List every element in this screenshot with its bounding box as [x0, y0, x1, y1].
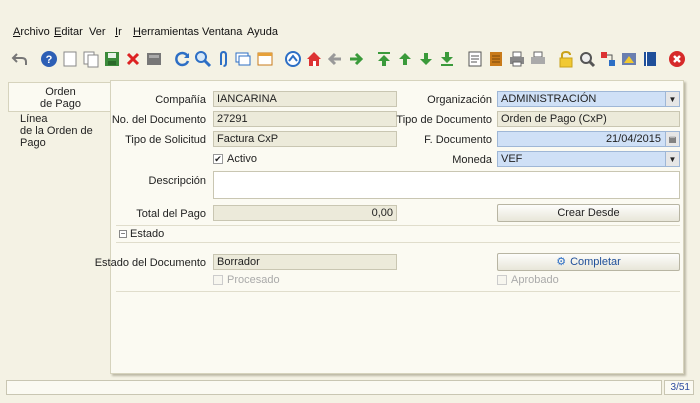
undo-icon[interactable] [11, 50, 29, 68]
zoom-icon[interactable] [578, 50, 596, 68]
total-pago-label: Total del Pago [136, 208, 206, 220]
menu-archivo[interactable]: Archivo [13, 26, 50, 38]
find-icon[interactable] [194, 50, 212, 68]
up-icon[interactable] [396, 50, 414, 68]
down-icon[interactable] [417, 50, 435, 68]
home-icon[interactable] [284, 50, 302, 68]
menu-ayuda[interactable]: Ayuda [247, 26, 278, 38]
menu-bar: Archivo Editar Ver Ir Herramientas Venta… [0, 0, 700, 44]
chevron-down-icon[interactable]: ▼ [665, 92, 679, 106]
parent-icon[interactable] [305, 50, 323, 68]
chat-icon[interactable] [234, 50, 252, 68]
divider [116, 242, 680, 243]
print-preview-icon[interactable] [145, 50, 163, 68]
refresh-icon[interactable] [174, 50, 192, 68]
divider [116, 291, 680, 292]
activo-label: Activo [227, 153, 257, 165]
no-documento-label: No. del Documento [111, 114, 206, 126]
menu-ver[interactable]: Ver [89, 26, 106, 38]
compania-field[interactable]: IANCARINA [213, 91, 397, 107]
tab-orden-de-pago[interactable]: Orden de Pago [8, 82, 112, 112]
tipo-solicitud-field[interactable]: Factura CxP [213, 131, 397, 147]
process-icon[interactable] [620, 50, 638, 68]
tipo-documento-label: Tipo de Documento [396, 114, 492, 126]
report-icon[interactable] [466, 50, 484, 68]
calendar-icon[interactable]: ▤ [665, 132, 679, 146]
aprobado-label: Aprobado [511, 274, 559, 286]
moneda-label: Moneda [452, 154, 492, 166]
f-documento-field[interactable]: 21/04/2015 ▤ [497, 131, 680, 147]
lock-icon[interactable] [557, 50, 575, 68]
svg-text:?: ? [46, 54, 53, 66]
chevron-down-icon[interactable]: ▼ [665, 152, 679, 166]
workflow-icon[interactable] [599, 50, 617, 68]
f-documento-value: 21/04/2015 [605, 133, 661, 145]
form-panel: Compañía IANCARINA Organización ADMINIST… [95, 80, 684, 374]
save-icon[interactable] [103, 50, 121, 68]
menu-ir[interactable]: Ir [115, 26, 122, 38]
checkbox-empty-icon [497, 275, 507, 285]
organizacion-value: ADMINISTRACIÓN [501, 93, 597, 105]
tab-list: Orden de Pago Línea de la Orden de Pago [8, 80, 112, 380]
print-alt-icon[interactable] [529, 50, 547, 68]
organizacion-label: Organización [427, 94, 492, 106]
new-icon[interactable] [61, 50, 79, 68]
activo-checkbox[interactable]: ✔ Activo [213, 153, 257, 165]
total-pago-field[interactable]: 0,00 [213, 205, 397, 221]
divider [116, 225, 680, 226]
estado-section-header[interactable]: − Estado [119, 228, 164, 240]
tab-label-line2: de la Orden de Pago [20, 125, 93, 149]
attachment-icon[interactable] [214, 50, 232, 68]
history-icon[interactable] [256, 50, 274, 68]
moneda-value: VEF [501, 153, 523, 165]
moneda-select[interactable]: VEF ▼ [497, 151, 680, 167]
menu-ventana[interactable]: Ventana [202, 26, 242, 38]
collapse-icon[interactable]: − [119, 230, 127, 238]
completar-label: Completar [570, 256, 621, 268]
completar-button[interactable]: ⚙ Completar [497, 253, 680, 271]
no-documento-field[interactable]: 27291 [213, 111, 397, 127]
procesado-label: Procesado [227, 274, 280, 286]
estado-documento-label: Estado del Documento [94, 257, 206, 269]
procesado-checkbox[interactable]: Procesado [213, 274, 280, 286]
delete-icon[interactable] [124, 50, 142, 68]
help-icon[interactable]: ? [40, 50, 58, 68]
menu-editar[interactable]: Editar [54, 26, 83, 38]
close-icon[interactable] [668, 50, 686, 68]
descripcion-label: Descripción [148, 175, 206, 187]
compania-label: Compañía [155, 94, 206, 106]
descripcion-textarea[interactable] [213, 171, 680, 199]
check-icon: ✔ [213, 153, 223, 164]
copy-icon[interactable] [82, 50, 100, 68]
toolbar: ? [0, 46, 700, 74]
menu-herramientas[interactable]: Herramientas [133, 26, 199, 38]
archive-icon[interactable] [487, 50, 505, 68]
tab-label-line1: Orden [45, 86, 76, 98]
checkbox-empty-icon [213, 275, 223, 285]
aprobado-checkbox[interactable]: Aprobado [497, 274, 559, 286]
f-documento-label: F. Documento [424, 134, 492, 146]
tipo-solicitud-label: Tipo de Solicitud [125, 134, 206, 146]
tab-label-line2: de Pago [40, 98, 81, 110]
status-bar [6, 380, 662, 395]
book-icon[interactable] [641, 50, 659, 68]
forward-icon[interactable] [347, 50, 365, 68]
first-icon[interactable] [375, 50, 393, 68]
tab-label-line1: Línea [20, 113, 48, 125]
crear-desde-button[interactable]: Crear Desde [497, 204, 680, 222]
print-icon[interactable] [508, 50, 526, 68]
tab-linea-orden-de-pago[interactable]: Línea de la Orden de Pago [14, 112, 112, 149]
gear-icon: ⚙ [556, 256, 567, 268]
estado-section-label: Estado [130, 228, 165, 240]
organizacion-select[interactable]: ADMINISTRACIÓN ▼ [497, 91, 680, 107]
tipo-documento-field[interactable]: Orden de Pago (CxP) [497, 111, 680, 127]
record-counter[interactable]: 3/51 [664, 380, 694, 395]
estado-documento-field[interactable]: Borrador [213, 254, 397, 270]
back-icon[interactable] [326, 50, 344, 68]
last-icon[interactable] [438, 50, 456, 68]
